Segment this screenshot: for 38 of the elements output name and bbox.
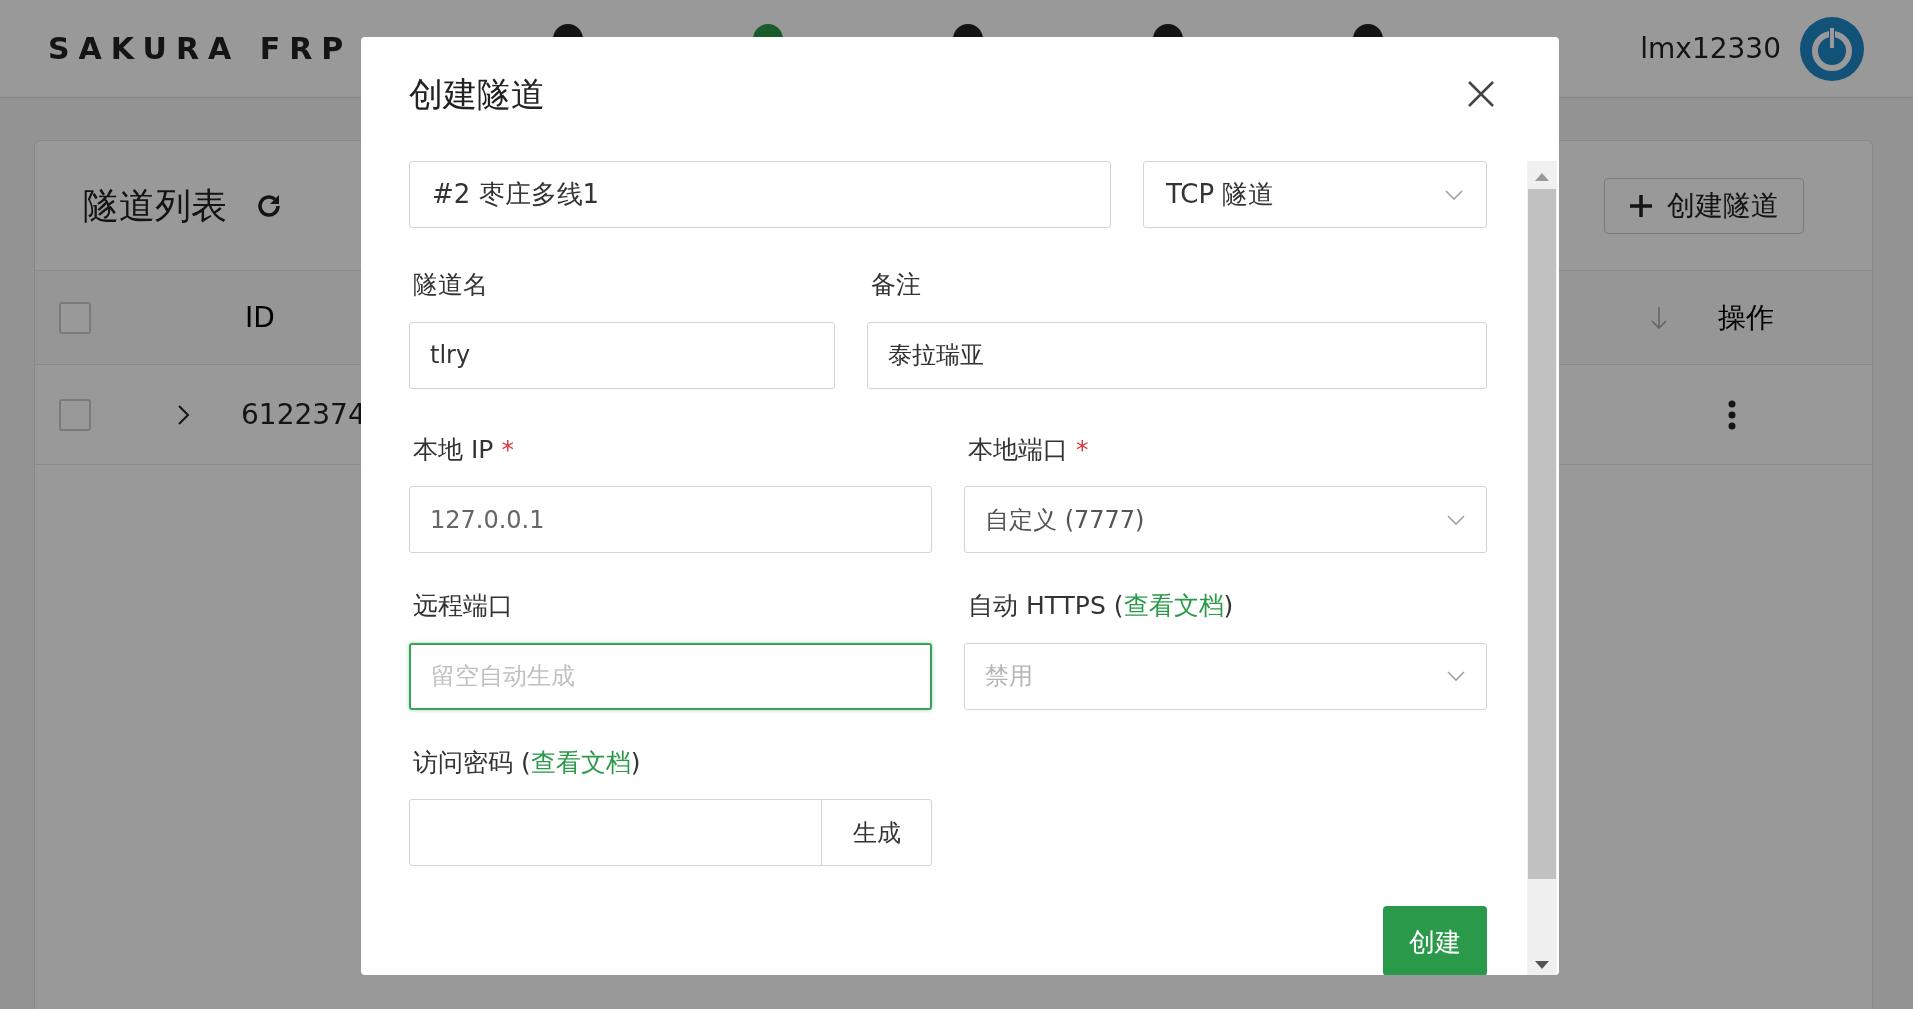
required-mark: * bbox=[1076, 433, 1089, 466]
create-button[interactable]: 创建 bbox=[1383, 906, 1487, 975]
input-field[interactable]: 泰拉瑞亚 bbox=[867, 321, 1487, 389]
field-label: 访问密码 (查看文档) bbox=[413, 746, 641, 779]
plus-icon bbox=[1629, 193, 1653, 218]
dialog-title: 创建隧道 bbox=[409, 72, 545, 116]
field-label: 本地 IP bbox=[413, 433, 494, 466]
scrollbar[interactable] bbox=[1527, 161, 1557, 975]
chevron-down-icon bbox=[1446, 513, 1466, 526]
create-tunnel-button[interactable]: 创建隧道 bbox=[1604, 177, 1804, 234]
required-mark: * bbox=[501, 433, 514, 466]
generate-button[interactable]: 生成 bbox=[821, 800, 931, 865]
card-title: 隧道列表 bbox=[83, 183, 227, 228]
field-label: 自动 HTTPS (查看文档) bbox=[968, 590, 1234, 622]
table-cell-text: 6122374 bbox=[241, 396, 366, 433]
checkbox[interactable] bbox=[59, 398, 91, 431]
close-icon[interactable] bbox=[1467, 80, 1495, 108]
field-label: 本地端口 bbox=[968, 433, 1068, 466]
node-field[interactable]: #2 枣庄多线1 bbox=[409, 161, 1111, 228]
column-header: ID bbox=[245, 299, 275, 336]
docs-link[interactable]: 查看文档 bbox=[530, 747, 631, 777]
input-field[interactable]: 127.0.0.1 bbox=[409, 486, 932, 553]
checkbox[interactable] bbox=[59, 301, 91, 334]
avatar-icon[interactable] bbox=[1799, 15, 1865, 82]
chevron-down-icon bbox=[1444, 188, 1464, 201]
field-label: 隧道名 bbox=[413, 269, 488, 301]
chevron-right-icon[interactable] bbox=[177, 403, 191, 426]
tunnel-type-select[interactable]: TCP 隧道 bbox=[1143, 161, 1487, 228]
column-header: 操作 bbox=[1718, 299, 1774, 336]
chevron-down-icon bbox=[1446, 670, 1466, 682]
input-field[interactable]: tlry bbox=[409, 321, 835, 389]
arrow-down-icon[interactable] bbox=[1650, 305, 1668, 330]
more-icon[interactable] bbox=[1728, 399, 1736, 430]
field-label: 备注 bbox=[871, 269, 921, 301]
select-field[interactable]: 自定义 (7777) bbox=[964, 486, 1487, 553]
username: lmx12330 bbox=[1640, 30, 1781, 67]
field-label: 远程端口 bbox=[413, 590, 513, 622]
password-field[interactable]: 生成 bbox=[409, 799, 932, 866]
